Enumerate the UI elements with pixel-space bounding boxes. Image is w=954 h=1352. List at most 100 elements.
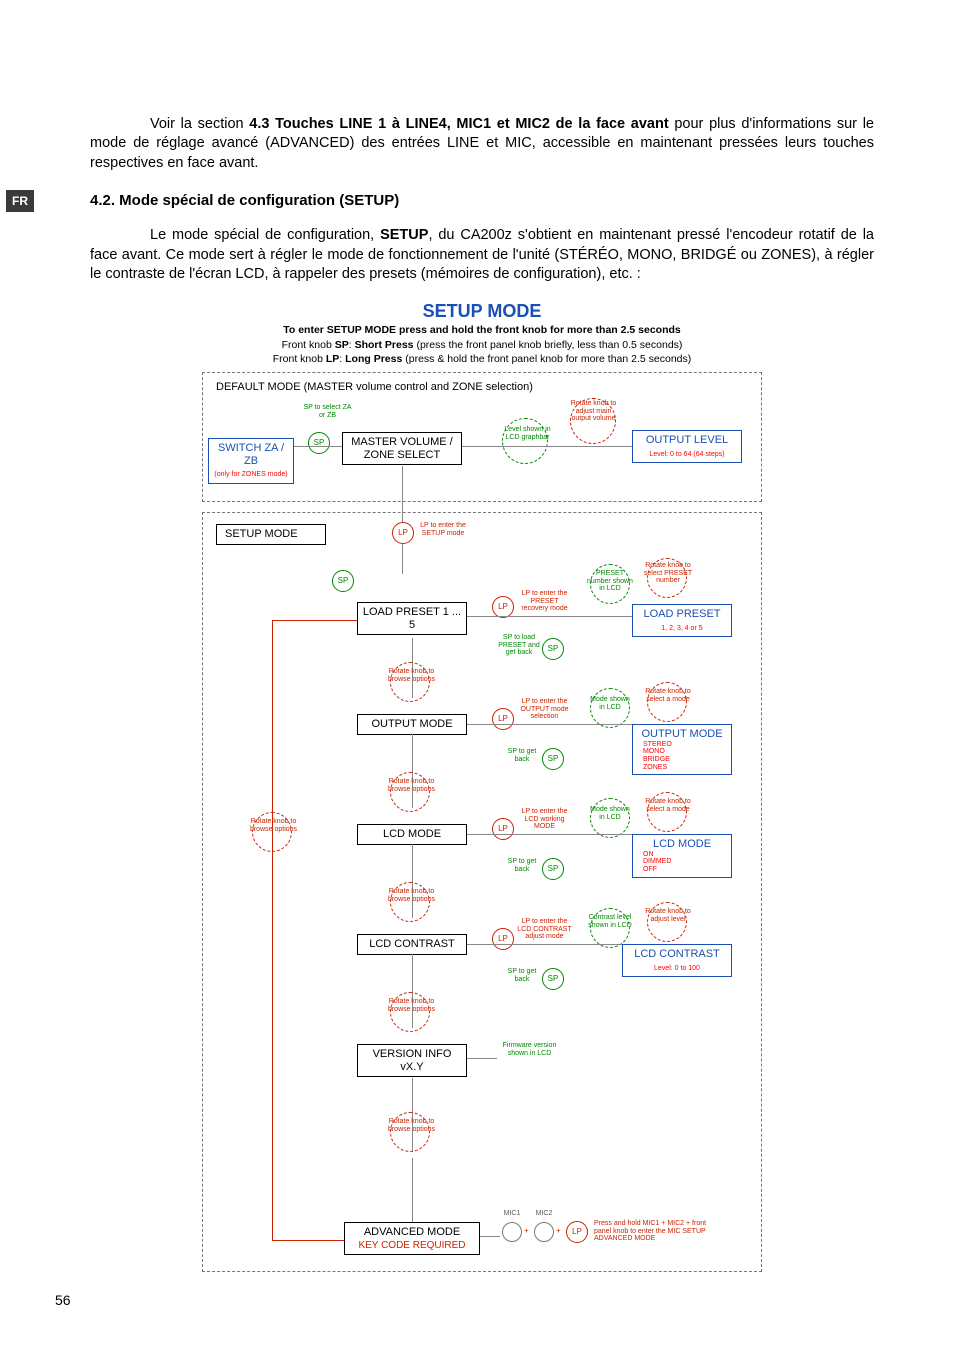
knob-sp-icon: SP (542, 748, 564, 770)
connector (294, 446, 342, 447)
label-mic2: MIC2 (530, 1210, 558, 1218)
sub: 1, 2, 3, 4 or 5 (661, 625, 702, 632)
text: Voir la section (150, 116, 249, 132)
box-lcd-contrast-sel: LCD CONTRAST Level: 0 to 100 (622, 944, 732, 977)
connector (467, 1058, 497, 1059)
ann-lp-lcd-contrast: LP to enter the LCD CONTRAST adjust mode (517, 918, 572, 941)
ann-sp-back: SP to get back (502, 748, 542, 763)
label: OUTPUT MODE (641, 728, 722, 740)
language-tab: FR (6, 190, 34, 212)
ann-sp-back: SP to get back (502, 968, 542, 983)
setup-mode-title: SETUP MODE (90, 299, 874, 323)
knob-lp-icon: LP (566, 1221, 588, 1243)
label: LOAD PRESET (643, 608, 720, 620)
knob-sp-icon: SP (542, 858, 564, 880)
ann-sp-back: SP to get back (502, 858, 542, 873)
knob-lp-icon: LP (492, 708, 514, 730)
ann-mode-lcd: Mode shown in LCD (588, 806, 632, 821)
label: ADVANCED MODE (364, 1226, 460, 1238)
section-heading: 4.2. Mode spécial de configuration (SETU… (90, 191, 874, 211)
sub: STEREO MONO BRIDGE ZONES (637, 741, 727, 772)
loop-connector (272, 620, 273, 1240)
ann-rotate-mode: Rotate knob to select a mode (642, 798, 694, 813)
ann-rotate-level: Rotate knob to adjust level (642, 908, 694, 923)
connector (402, 466, 403, 522)
text: Front knob (282, 339, 335, 351)
ann-rotate-preset: Rotate knob to select PRESET number (642, 562, 694, 585)
ann-lp-lcd-mode: LP to enter the LCD working MODE (517, 808, 572, 831)
box-setup-mode: SETUP MODE (216, 524, 326, 545)
knob-lp-icon: LP (492, 596, 514, 618)
paragraph-setup: Le mode spécial de configuration, SETUP,… (90, 226, 874, 285)
box-load-preset-sel: LOAD PRESET 1, 2, 3, 4 or 5 (632, 604, 732, 637)
ann-rotate-browse: Rotate knob to browse options (384, 778, 439, 793)
knob-sp-icon: SP (332, 570, 354, 592)
abbr-sp: SP (335, 339, 349, 351)
instr-line-1: To enter SETUP MODE press and hold the f… (283, 324, 681, 336)
ann-rotate-mode: Rotate knob to select a mode (642, 688, 694, 703)
box-advanced-mode: ADVANCED MODE KEY CODE REQUIRED (344, 1222, 480, 1255)
knob-sp-icon: SP (542, 968, 564, 990)
sub: Level: 0 to 64 (64 steps) (649, 451, 724, 458)
ann-preset-num-lcd: PRESET number shown in LCD (586, 570, 634, 593)
ann-rotate-browse: Rotate knob to browse options (384, 888, 439, 903)
abbr-lp: LP (326, 353, 339, 365)
box-version-info: VERSION INFO vX.Y (357, 1044, 467, 1077)
knob-lp-icon: LP (492, 818, 514, 840)
connector (462, 446, 632, 447)
ann-contrast-lcd: Contrast level shown in LCD (586, 914, 634, 929)
connector (480, 1236, 500, 1237)
sub: KEY CODE REQUIRED (358, 1240, 465, 1251)
box-lcd-mode-sel: LCD MODE ON DIMMED OFF (632, 834, 732, 878)
ann-rotate-browse: Rotate knob to browse options (384, 668, 439, 683)
mic1-button-icon (502, 1222, 522, 1242)
ann-advanced-hint: Press and hold MIC1 + MIC2 + front panel… (594, 1220, 724, 1243)
default-mode-label: DEFAULT MODE (MASTER volume control and … (216, 380, 533, 395)
text: Le mode spécial de configuration, (150, 227, 380, 243)
loop-connector (272, 620, 357, 621)
box-switch-za-zb: SWITCH ZA / ZB (only for ZONES mode) (208, 438, 294, 484)
label: LCD MODE (653, 838, 711, 850)
ann-sp-load-preset: SP to load PRESET and get back (497, 634, 541, 657)
sub: (only for ZONES mode) (214, 471, 287, 478)
connector (467, 834, 632, 835)
plus-icon: + (524, 1226, 529, 1237)
label: OUTPUT LEVEL (646, 434, 728, 446)
keyword-setup: SETUP (380, 227, 428, 243)
mic2-button-icon (534, 1222, 554, 1242)
connector (467, 724, 632, 725)
ann-rotate-browse: Rotate knob to browse options (384, 998, 439, 1013)
section-ref: 4.3 Touches LINE 1 à LINE4, MIC1 et MIC2… (249, 116, 668, 132)
box-load-preset: LOAD PRESET 1 ... 5 (357, 602, 467, 635)
text: (press the front panel knob briefly, les… (414, 339, 683, 351)
page-number: 56 (55, 1291, 71, 1310)
label: LCD CONTRAST (634, 948, 720, 960)
ann-rotate-browse: Rotate knob to browse options (384, 1118, 439, 1133)
plus-icon: + (556, 1226, 561, 1237)
connector (412, 1158, 413, 1222)
ann-level-graphbar: Level shown in LCD graphbar (500, 426, 555, 441)
ann-lp-output: LP to enter the OUTPUT mode selection (517, 698, 572, 721)
sub: Level: 0 to 100 (654, 965, 700, 972)
ann-lp-setup: LP to enter the SETUP mode (417, 522, 469, 537)
knob-sp-icon: SP (308, 432, 330, 454)
box-lcd-contrast: LCD CONTRAST (357, 934, 467, 955)
paragraph-intro: Voir la section 4.3 Touches LINE 1 à LIN… (90, 115, 874, 174)
long-press: Long Press (345, 353, 402, 365)
knob-lp-icon: LP (392, 522, 414, 544)
connector (467, 944, 622, 945)
knob-lp-icon: LP (492, 928, 514, 950)
short-press: Short Press (355, 339, 414, 351)
sub: ON DIMMED OFF (637, 851, 727, 874)
connector (402, 544, 403, 574)
box-output-mode: OUTPUT MODE (357, 714, 467, 735)
knob-sp-icon: SP (542, 638, 564, 660)
text: (press & hold the front panel knob for m… (402, 353, 691, 365)
box-lcd-mode: LCD MODE (357, 824, 467, 845)
connector (467, 616, 632, 617)
ann-mode-lcd: Mode shown in LCD (588, 696, 632, 711)
ann-rotate-browse: Rotate knob to browse options (246, 818, 301, 833)
box-master-volume: MASTER VOLUME / ZONE SELECT (342, 432, 462, 465)
label-mic1: MIC1 (498, 1210, 526, 1218)
ann-lp-preset: LP to enter the PRESET recovery mode (517, 590, 572, 613)
